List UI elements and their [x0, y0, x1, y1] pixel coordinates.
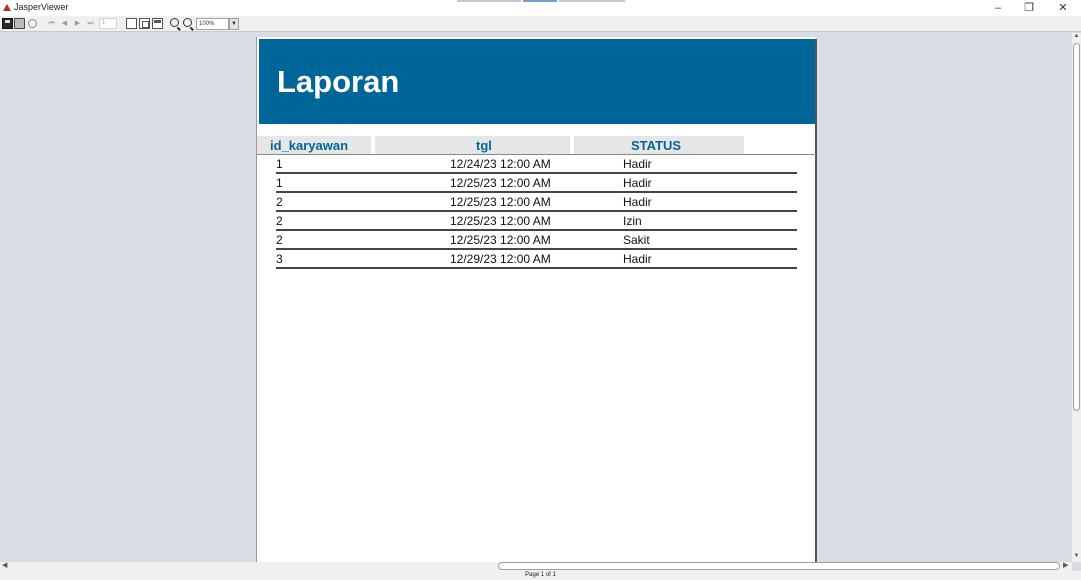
page-status: Page 1 of 1 — [525, 572, 556, 578]
first-page-icon[interactable]: ⏮ — [46, 18, 57, 29]
cell-status: Hadir — [623, 176, 652, 190]
zoom-dropdown-icon[interactable]: ▼ — [229, 18, 239, 30]
cell-tgl: 12/25/23 12:00 AM — [450, 233, 551, 247]
previous-page-icon[interactable]: ◀ — [59, 18, 70, 29]
table-row: 2 12/25/23 12:00 AM Sakit — [276, 231, 797, 250]
title-divider — [559, 0, 625, 2]
fit-width-icon[interactable] — [152, 18, 163, 29]
actual-size-icon[interactable] — [126, 18, 137, 29]
status-bar: Page 1 of 1 — [0, 571, 1081, 580]
page-number-input[interactable]: 1 — [99, 18, 117, 29]
window-title: JasperViewer — [14, 2, 69, 12]
scroll-up-icon[interactable]: ▲ — [1072, 33, 1081, 39]
vertical-scroll-thumb[interactable] — [1073, 43, 1080, 411]
report-banner: Laporan — [259, 39, 815, 124]
table-row: 2 12/25/23 12:00 AM Izin — [276, 212, 797, 231]
cell-status: Hadir — [623, 157, 652, 171]
cell-status: Hadir — [623, 252, 652, 266]
toolbar: ⏮ ◀ ▶ ⏭ 1 100% ▼ — [0, 16, 1081, 32]
print-icon[interactable] — [14, 18, 25, 29]
report-page: Laporan id_karyawan tgl STATUS 1 12/24/2… — [256, 37, 816, 565]
zoom-in-icon[interactable] — [170, 18, 179, 27]
column-header-tgl: tgl — [476, 138, 492, 153]
column-header-id-karyawan: id_karyawan — [270, 138, 349, 153]
last-page-icon[interactable]: ⏭ — [85, 18, 96, 29]
cell-id-karyawan: 2 — [276, 233, 283, 247]
table-row: 1 12/25/23 12:00 AM Hadir — [276, 174, 797, 193]
cell-id-karyawan: 2 — [276, 214, 283, 228]
horizontal-scroll-thumb[interactable] — [498, 562, 1060, 570]
title-divider-active — [523, 0, 557, 2]
report-title: Laporan — [277, 64, 400, 99]
cell-id-karyawan: 3 — [276, 252, 283, 266]
cell-tgl: 12/24/23 12:00 AM — [450, 157, 551, 171]
zoom-out-icon[interactable] — [183, 18, 192, 27]
cell-tgl: 12/29/23 12:00 AM — [450, 252, 551, 266]
maximize-button[interactable]: ❐ — [1014, 0, 1044, 16]
scroll-down-icon[interactable]: ▼ — [1072, 553, 1081, 559]
fit-page-icon[interactable] — [139, 18, 150, 29]
cell-status: Izin — [623, 214, 642, 228]
column-header-status: STATUS — [631, 138, 682, 153]
cell-tgl: 12/25/23 12:00 AM — [450, 214, 551, 228]
column-header-bg — [375, 136, 570, 155]
cell-tgl: 12/25/23 12:00 AM — [450, 195, 551, 209]
cell-id-karyawan: 1 — [276, 157, 283, 171]
scroll-left-icon[interactable]: ◀ — [2, 561, 7, 569]
table-row: 2 12/25/23 12:00 AM Hadir — [276, 193, 797, 212]
minimize-button[interactable]: – — [983, 0, 1013, 16]
next-page-icon[interactable]: ▶ — [72, 18, 83, 29]
table-row: 3 12/29/23 12:00 AM Hadir — [276, 250, 797, 269]
save-icon[interactable] — [2, 18, 13, 29]
cell-status: Sakit — [623, 233, 650, 247]
vertical-scrollbar[interactable]: ▲ ▼ — [1072, 33, 1081, 562]
table-row: 1 12/24/23 12:00 AM Hadir — [276, 155, 797, 174]
cell-id-karyawan: 2 — [276, 195, 283, 209]
close-button[interactable]: ✕ — [1048, 0, 1078, 16]
reload-icon[interactable] — [28, 19, 37, 28]
cell-tgl: 12/25/23 12:00 AM — [450, 176, 551, 190]
horizontal-scrollbar[interactable]: ◀ ▶ — [0, 562, 1072, 571]
zoom-input[interactable]: 100% — [196, 18, 229, 30]
cell-id-karyawan: 1 — [276, 176, 283, 190]
jasper-logo-icon — [3, 4, 11, 11]
cell-status: Hadir — [623, 195, 652, 209]
title-bar: JasperViewer – ❐ ✕ — [0, 0, 1081, 16]
scroll-right-icon[interactable]: ▶ — [1063, 561, 1068, 569]
title-divider — [457, 0, 521, 2]
